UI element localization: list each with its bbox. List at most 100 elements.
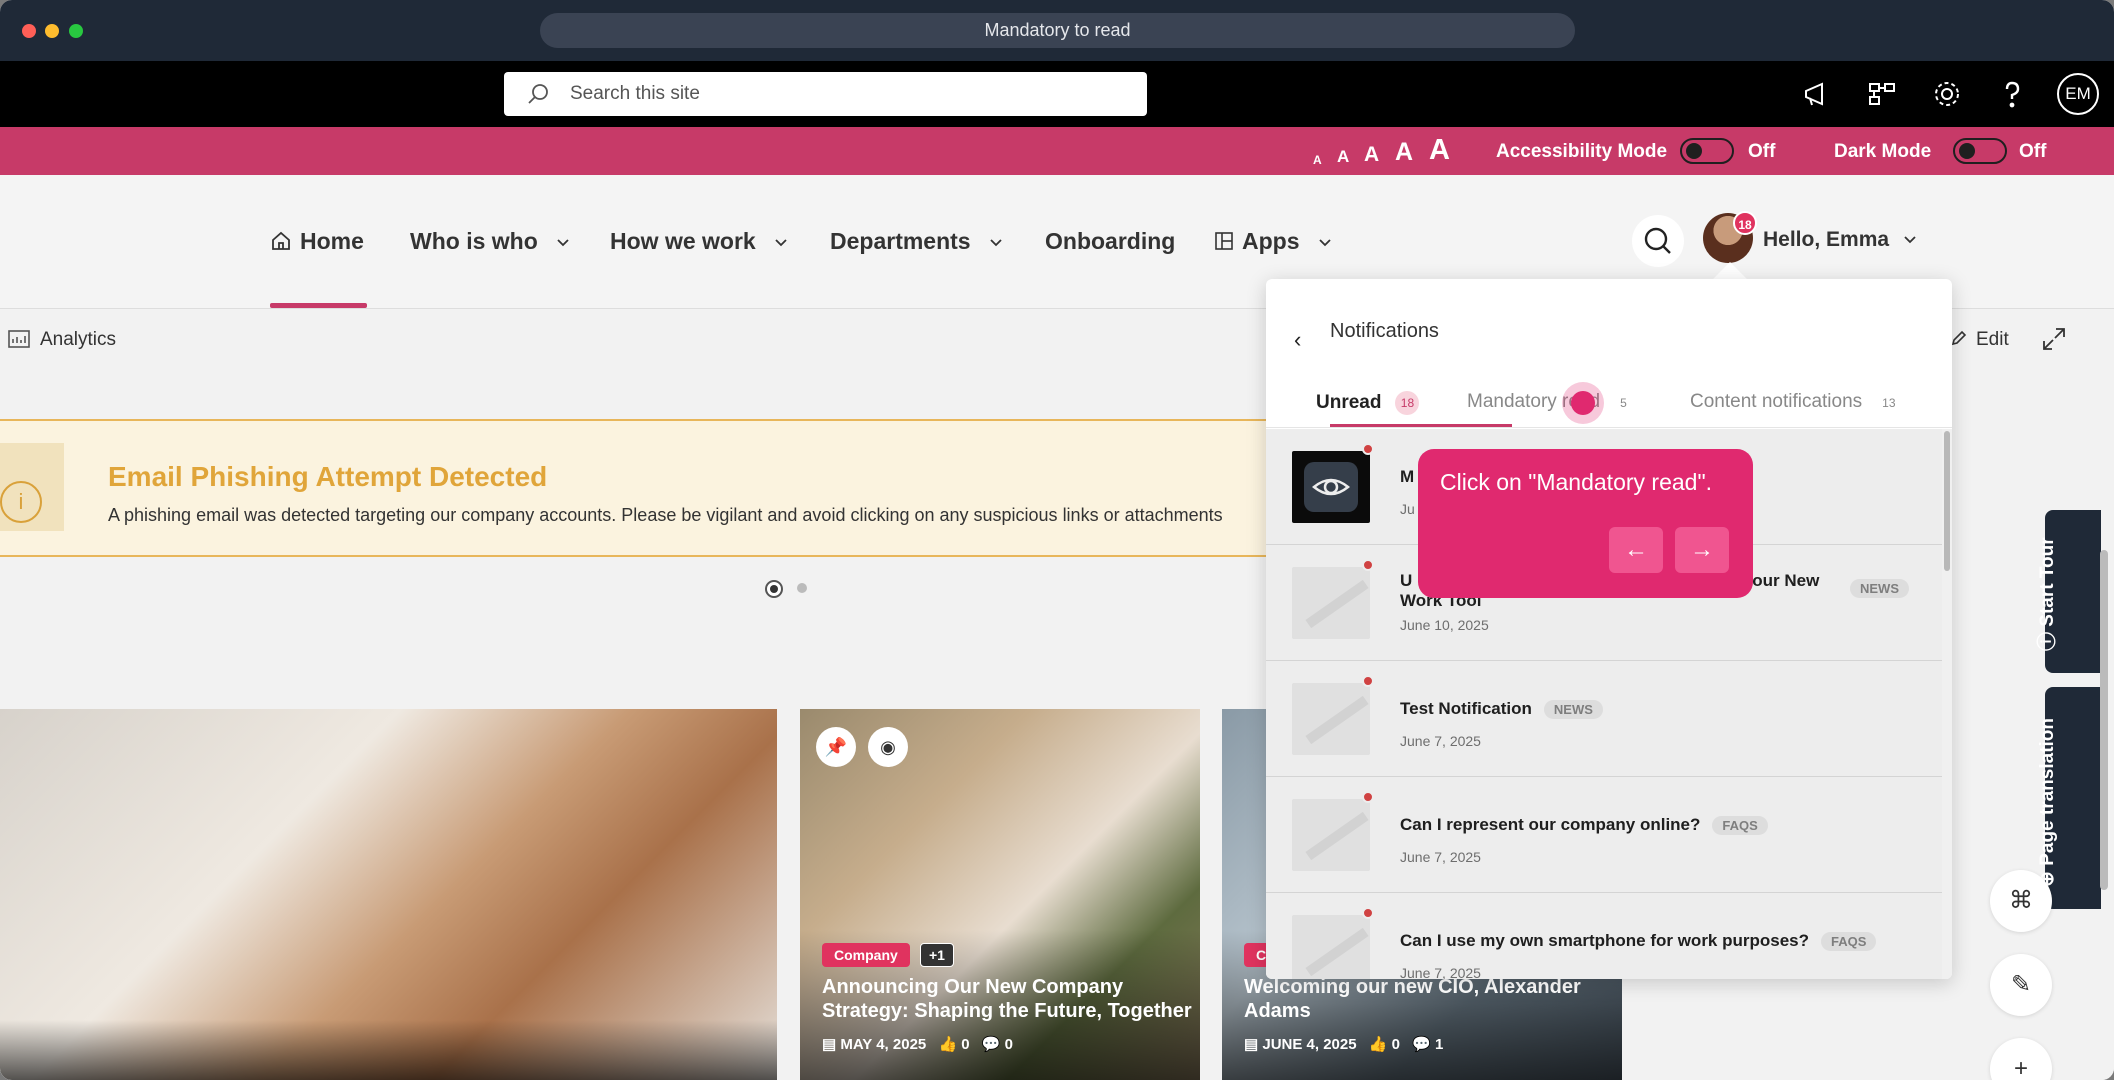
search-icon xyxy=(528,84,548,104)
user-avatar-initials[interactable]: EM xyxy=(2057,73,2099,115)
start-tour-tab[interactable]: ⓘ Start Tour xyxy=(2037,510,2101,673)
info-icon: i xyxy=(0,481,42,523)
font-size-l[interactable]: A xyxy=(1395,138,1413,167)
tour-tooltip: Click on "Mandatory read". ← → xyxy=(1418,449,1753,598)
news-card[interactable]: 📌 ◉ Company +1 Announcing Our New Compan… xyxy=(800,709,1200,1080)
nav-apps[interactable]: Apps xyxy=(1214,228,1332,255)
window-title[interactable]: Mandatory to read xyxy=(540,13,1575,48)
card-meta: ▤ JUNE 4, 2025 👍 0 💬 1 xyxy=(1244,1035,1443,1053)
tab-unread-count: 18 xyxy=(1395,391,1420,415)
dark-mode-toggle[interactable] xyxy=(1953,138,2007,164)
chevron-down-icon xyxy=(990,239,1002,247)
translate-icon[interactable]: ⌘ xyxy=(1990,870,2052,932)
edit-document-icon[interactable]: ✎ xyxy=(1990,954,2052,1016)
nav-search-button[interactable] xyxy=(1632,215,1684,267)
maximize-window-button[interactable] xyxy=(69,24,83,38)
nav-apps-label: Apps xyxy=(1242,228,1300,254)
tour-tooltip-text: Click on "Mandatory read". xyxy=(1440,469,1713,495)
chevron-down-icon xyxy=(1319,239,1331,247)
card-title[interactable]: Announcing Our New Company Strategy: Sha… xyxy=(822,975,1192,1023)
tour-next-button[interactable]: → xyxy=(1675,527,1729,573)
nav-who-is-who[interactable]: Who is who xyxy=(410,228,570,255)
user-greeting-label: Hello, Emma xyxy=(1763,228,1890,251)
nav-departments-label: Departments xyxy=(830,228,971,254)
pencil-icon xyxy=(1951,330,1967,346)
close-window-button[interactable] xyxy=(22,24,36,38)
like-icon[interactable]: 👍 xyxy=(938,1036,957,1053)
card-date: JUNE 4, 2025 xyxy=(1262,1036,1357,1053)
nav-home-label: Home xyxy=(300,228,364,254)
home-icon xyxy=(272,231,290,250)
chevron-down-icon xyxy=(1904,236,1916,244)
expand-icon[interactable] xyxy=(2041,326,2067,352)
alert-title: Email Phishing Attempt Detected xyxy=(108,461,548,492)
font-size-m[interactable]: A xyxy=(1364,143,1379,167)
more-tags-badge[interactable]: +1 xyxy=(920,943,954,967)
eye-icon[interactable]: ◉ xyxy=(868,727,908,767)
tab-unread[interactable]: Unread 18 xyxy=(1316,391,1420,415)
carousel-dot-2[interactable] xyxy=(797,583,807,593)
help-icon[interactable] xyxy=(1996,78,2028,110)
comment-icon[interactable]: 💬 xyxy=(1412,1036,1431,1053)
page-scrollbar[interactable] xyxy=(2100,550,2108,890)
back-icon[interactable]: ‹ xyxy=(1294,327,1301,353)
alert-text: A phishing email was detected targeting … xyxy=(108,505,1223,525)
tab-content-notifications-label: Content notifications xyxy=(1690,391,1863,412)
tab-content-notifications-count: 13 xyxy=(1882,396,1896,410)
page-translation-tab[interactable]: ⊕ Page translation xyxy=(2037,687,2101,909)
dark-mode-state: Off xyxy=(2019,141,2047,162)
start-tour-text: Start Tour xyxy=(2037,537,2058,627)
accessibility-mode-toggle[interactable] xyxy=(1680,138,1734,164)
alert-icon-box: i xyxy=(0,443,64,531)
news-card-featured[interactable] xyxy=(0,709,777,1080)
tab-content-notifications[interactable]: Content notifications 13 xyxy=(1690,391,1896,413)
search-icon xyxy=(1644,227,1671,254)
pin-icon[interactable]: 📌 xyxy=(816,727,856,767)
minimize-window-button[interactable] xyxy=(45,24,59,38)
info-icon: ⓘ xyxy=(2037,626,2058,651)
like-count: 0 xyxy=(1391,1036,1400,1053)
nav-onboarding[interactable]: Onboarding xyxy=(1045,228,1175,255)
chevron-down-icon xyxy=(557,239,569,247)
card-title[interactable]: Welcoming our new CIO, Alexander Adams xyxy=(1244,975,1614,1023)
edit-button[interactable]: Edit xyxy=(1950,329,2009,351)
search-placeholder: Search this site xyxy=(570,83,700,104)
megaphone-icon[interactable] xyxy=(1800,78,1832,110)
accessibility-mode-state: Off xyxy=(1748,141,1776,162)
nav-home[interactable]: Home xyxy=(270,228,364,255)
user-greeting[interactable]: Hello, Emma xyxy=(1763,228,1917,252)
calendar-icon: ▤ xyxy=(1244,1036,1259,1053)
site-search-input[interactable]: Search this site xyxy=(504,72,1147,116)
analytics-button[interactable]: Analytics xyxy=(8,329,116,351)
nav-departments[interactable]: Departments xyxy=(830,228,1003,255)
comment-count: 0 xyxy=(1004,1036,1014,1053)
page-translation-text: Page translation xyxy=(2037,717,2058,866)
like-icon[interactable]: 👍 xyxy=(1369,1036,1388,1053)
chevron-down-icon xyxy=(775,239,787,247)
carousel-dot-1[interactable] xyxy=(765,580,783,598)
connections-icon[interactable] xyxy=(1866,78,1898,110)
analytics-label: Analytics xyxy=(40,329,117,350)
font-size-s[interactable]: A xyxy=(1337,147,1349,167)
card-date: MAY 4, 2025 xyxy=(840,1036,927,1053)
font-size-xs[interactable]: A xyxy=(1313,153,1322,167)
nav-active-indicator xyxy=(270,303,367,308)
nav-how-we-work[interactable]: How we work xyxy=(610,228,788,255)
edit-label: Edit xyxy=(1976,329,2009,350)
add-icon[interactable]: + xyxy=(1990,1038,2052,1080)
category-tag[interactable]: Company xyxy=(822,943,910,967)
comment-count: 1 xyxy=(1435,1036,1444,1053)
notification-scrollbar-thumb[interactable] xyxy=(1944,431,1950,571)
start-tour-label: ⓘ Start Tour xyxy=(2032,537,2059,651)
comment-icon[interactable]: 💬 xyxy=(982,1036,1001,1053)
gear-icon[interactable] xyxy=(1931,78,1963,110)
tabs-divider xyxy=(1266,427,1952,428)
nav-onboarding-label: Onboarding xyxy=(1045,228,1176,254)
tour-previous-button[interactable]: ← xyxy=(1609,527,1663,573)
tour-hotspot[interactable] xyxy=(1562,382,1604,424)
analytics-icon xyxy=(8,330,30,348)
font-size-xl[interactable]: A xyxy=(1429,134,1450,167)
browser-window: Mandatory to read Search this site EM A … xyxy=(0,0,2114,1080)
title-bar: Mandatory to read xyxy=(0,0,2114,61)
tab-mandatory-read-count: 5 xyxy=(1620,396,1627,410)
